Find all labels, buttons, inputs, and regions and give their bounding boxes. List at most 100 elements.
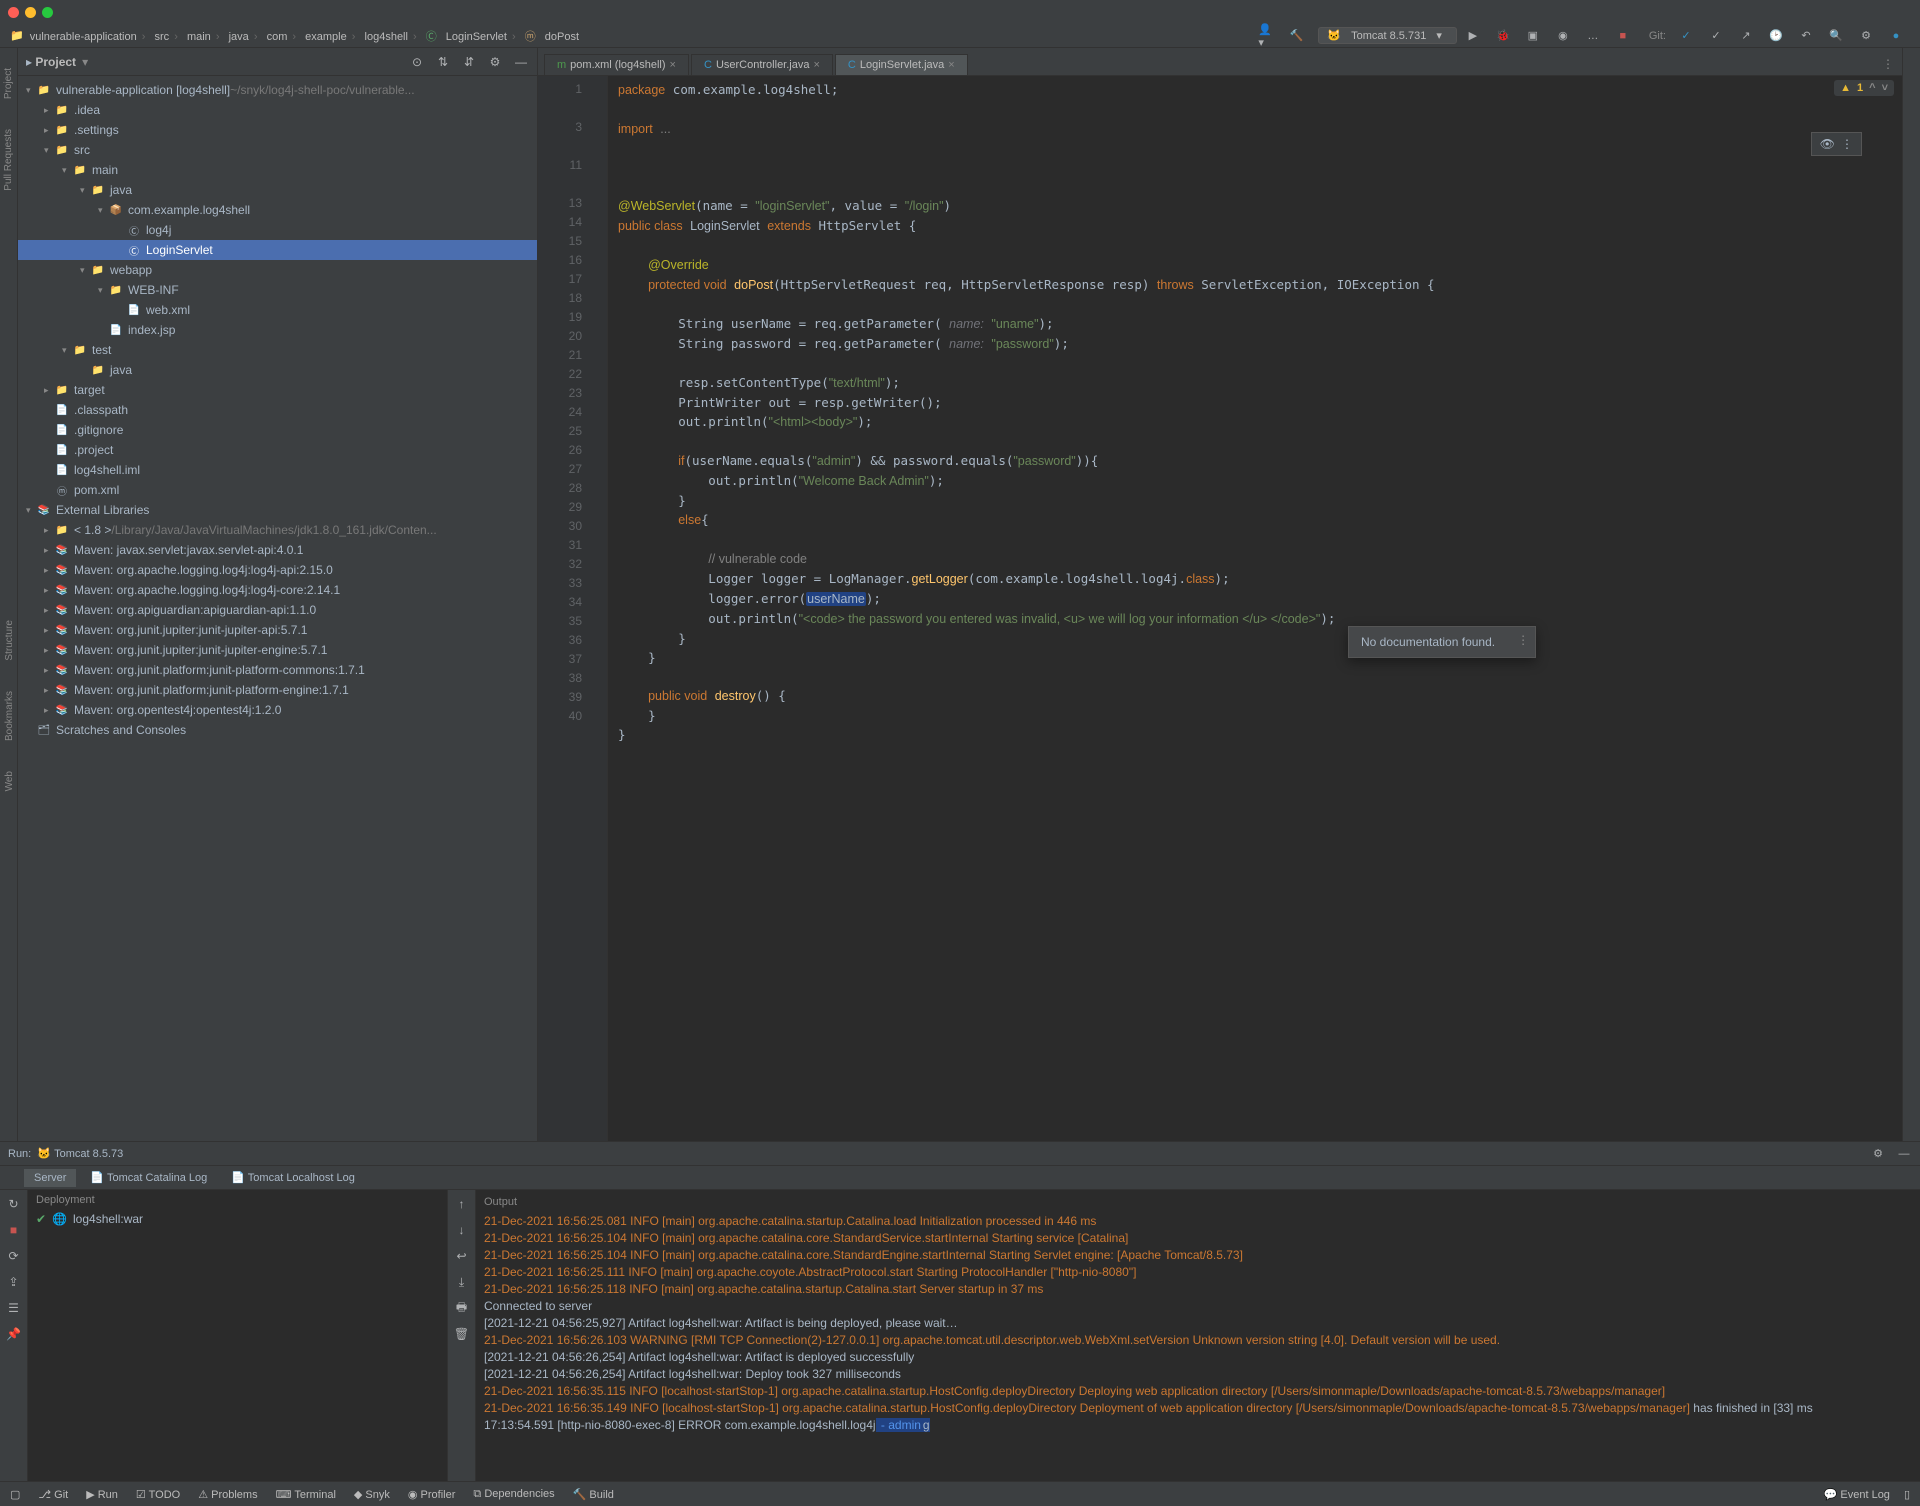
vcs-rollback-icon[interactable]: ↶ [1798,28,1814,44]
project-tree[interactable]: ▾📁vulnerable-application [log4shell] ~/s… [18,76,537,1141]
tree-node[interactable]: ▸📁.idea [18,100,537,120]
editor-tab[interactable]: CUserController.java× [691,54,833,75]
layout-icon[interactable]: ☰ [6,1300,22,1316]
deploy-icon[interactable]: ⇪ [6,1274,22,1290]
code-editor[interactable]: package com.example.log4shell; import ..… [608,76,1902,1141]
run-sub-tabs[interactable]: Server📄 Tomcat Catalina Log📄 Tomcat Loca… [0,1166,1920,1190]
structure-tool-button[interactable]: Structure [4,620,15,661]
hide-icon[interactable]: — [1896,1146,1912,1162]
reader-mode-widget[interactable]: 👁 ⋮ [1811,132,1862,156]
tree-node[interactable]: ▾📁vulnerable-application [log4shell] ~/s… [18,80,537,100]
user-icon[interactable]: 👤▾ [1258,28,1274,44]
build-tool-button[interactable]: 🔨 Build [573,1488,614,1501]
window-controls[interactable] [8,7,53,18]
print-icon[interactable]: 🖶 [454,1300,470,1316]
tree-node[interactable]: ▸📁< 1.8 > /Library/Java/JavaVirtualMachi… [18,520,537,540]
tree-node[interactable]: ▸📚Maven: org.junit.platform:junit-platfo… [18,660,537,680]
icon-gutter[interactable] [588,76,608,1141]
terminal-tool-button[interactable]: ⌨ Terminal [276,1488,336,1501]
tree-node[interactable]: ▸📚Maven: org.apache.logging.log4j:log4j-… [18,580,537,600]
run-tool-button[interactable]: ▶ Run [86,1488,118,1501]
deployment-artifact[interactable]: ✔ 🌐 log4shell:war [28,1210,447,1228]
web-tool-button[interactable]: Web [4,771,15,791]
tree-node[interactable]: 📁java [18,360,537,380]
chevron-down-icon[interactable]: ▾ [82,55,88,69]
close-window-icon[interactable] [8,7,19,18]
tab-list-icon[interactable]: ⋮ [1874,53,1902,75]
close-tab-icon[interactable]: × [813,59,819,71]
tree-node[interactable]: ▸📚Maven: org.opentest4j:opentest4j:1.2.0 [18,700,537,720]
attach-icon[interactable]: … [1585,28,1601,44]
tree-node[interactable]: 📄index.jsp [18,320,537,340]
tree-node[interactable]: ▸📁target [18,380,537,400]
console-output[interactable]: Output 21-Dec-2021 16:56:25.081 INFO [ma… [476,1190,1920,1481]
run-configuration-select[interactable]: 🐱 Tomcat 8.5.731 ▾ [1318,27,1456,44]
git-tool-button[interactable]: ⎇ Git [38,1488,68,1501]
editor-tab[interactable]: CLoginServlet.java× [835,54,968,75]
rerun-icon[interactable]: ↻ [6,1196,22,1212]
tree-node[interactable]: ▾📁main [18,160,537,180]
tree-node[interactable]: ▾📚External Libraries [18,500,537,520]
down-icon[interactable]: ↓ [454,1222,470,1238]
debug-icon[interactable]: 🐞 [1495,28,1511,44]
minimize-window-icon[interactable] [25,7,36,18]
tree-node[interactable]: 🗂Scratches and Consoles [18,720,537,740]
tool-window-icon[interactable]: ▢ [10,1488,20,1501]
profiler-tool-button[interactable]: ◉ Profiler [408,1488,456,1501]
tree-node[interactable]: 📄.gitignore [18,420,537,440]
settings-icon[interactable]: ⚙ [487,54,503,70]
tree-node[interactable]: Ⓒlog4j [18,220,537,240]
vcs-push-icon[interactable]: ↗ [1738,28,1754,44]
clear-icon[interactable]: 🗑 [454,1326,470,1342]
collapse-all-icon[interactable]: ⇵ [461,54,477,70]
bookmarks-tool-button[interactable]: Bookmarks [4,691,15,741]
tree-node[interactable]: ▸📚Maven: org.apiguardian:apiguardian-api… [18,600,537,620]
stop-icon[interactable]: ■ [6,1222,22,1238]
search-icon[interactable]: 🔍 [1828,28,1844,44]
todo-tool-button[interactable]: ☑ TODO [136,1488,180,1501]
expand-all-icon[interactable]: ⇅ [435,54,451,70]
event-log-button[interactable]: 💬 Event Log [1824,1488,1890,1501]
inspection-summary[interactable]: ▲1 ^˅ [1834,80,1894,96]
tree-node[interactable]: 📄web.xml [18,300,537,320]
line-number-gutter[interactable]: 1311131415161718192021222324252627282930… [538,76,588,1141]
dependencies-tool-button[interactable]: ⧉ Dependencies [473,1488,554,1501]
profiler-icon[interactable]: ◉ [1555,28,1571,44]
build-icon[interactable]: 🔨 [1288,28,1304,44]
scroll-to-end-icon[interactable]: ⤓ [454,1274,470,1290]
tree-node[interactable]: ▸📚Maven: org.apache.logging.log4j:log4j-… [18,560,537,580]
tree-node[interactable]: ▸📁.settings [18,120,537,140]
tree-node[interactable]: ▾📦com.example.log4shell [18,200,537,220]
tree-node[interactable]: ▾📁test [18,340,537,360]
up-icon[interactable]: ↑ [454,1196,470,1212]
project-tool-button[interactable]: Project [3,68,14,99]
run-sub-tab[interactable]: 📄 Tomcat Catalina Log [80,1168,217,1187]
tree-node[interactable]: 📄log4shell.iml [18,460,537,480]
vcs-update-icon[interactable]: ✓ [1678,28,1694,44]
tree-node[interactable]: ▾📁src [18,140,537,160]
snyk-icon[interactable]: ● [1888,28,1904,44]
run-icon[interactable]: ▶ [1465,28,1481,44]
hide-icon[interactable]: — [513,54,529,70]
memory-indicator[interactable]: ▯ [1904,1488,1910,1501]
vcs-history-icon[interactable]: 🕑 [1768,28,1784,44]
tree-node[interactable]: ▸📚Maven: org.junit.jupiter:junit-jupiter… [18,620,537,640]
run-sub-tab[interactable]: 📄 Tomcat Localhost Log [221,1168,365,1187]
editor-tab[interactable]: mpom.xml (log4shell)× [544,54,689,75]
tree-node[interactable]: ▸📚Maven: org.junit.jupiter:junit-jupiter… [18,640,537,660]
editor-tabs[interactable]: mpom.xml (log4shell)×CUserController.jav… [538,48,1902,76]
popup-menu-icon[interactable]: ⋮ [1517,633,1529,647]
pull-requests-tool-button[interactable]: Pull Requests [3,129,14,191]
tree-node[interactable]: 📄.project [18,440,537,460]
settings-icon[interactable]: ⚙ [1870,1146,1886,1162]
maximize-window-icon[interactable] [42,7,53,18]
soft-wrap-icon[interactable]: ↩ [454,1248,470,1264]
tree-node[interactable]: ▾📁WEB-INF [18,280,537,300]
coverage-icon[interactable]: ▣ [1525,28,1541,44]
close-tab-icon[interactable]: × [670,59,676,71]
tree-node[interactable]: ⓜpom.xml [18,480,537,500]
tree-node[interactable]: ▾📁java [18,180,537,200]
tree-node[interactable]: ▸📚Maven: javax.servlet:javax.servlet-api… [18,540,537,560]
breadcrumb[interactable]: vulnerable-application › src › main › ja… [30,28,579,44]
tree-node[interactable]: 📄.classpath [18,400,537,420]
